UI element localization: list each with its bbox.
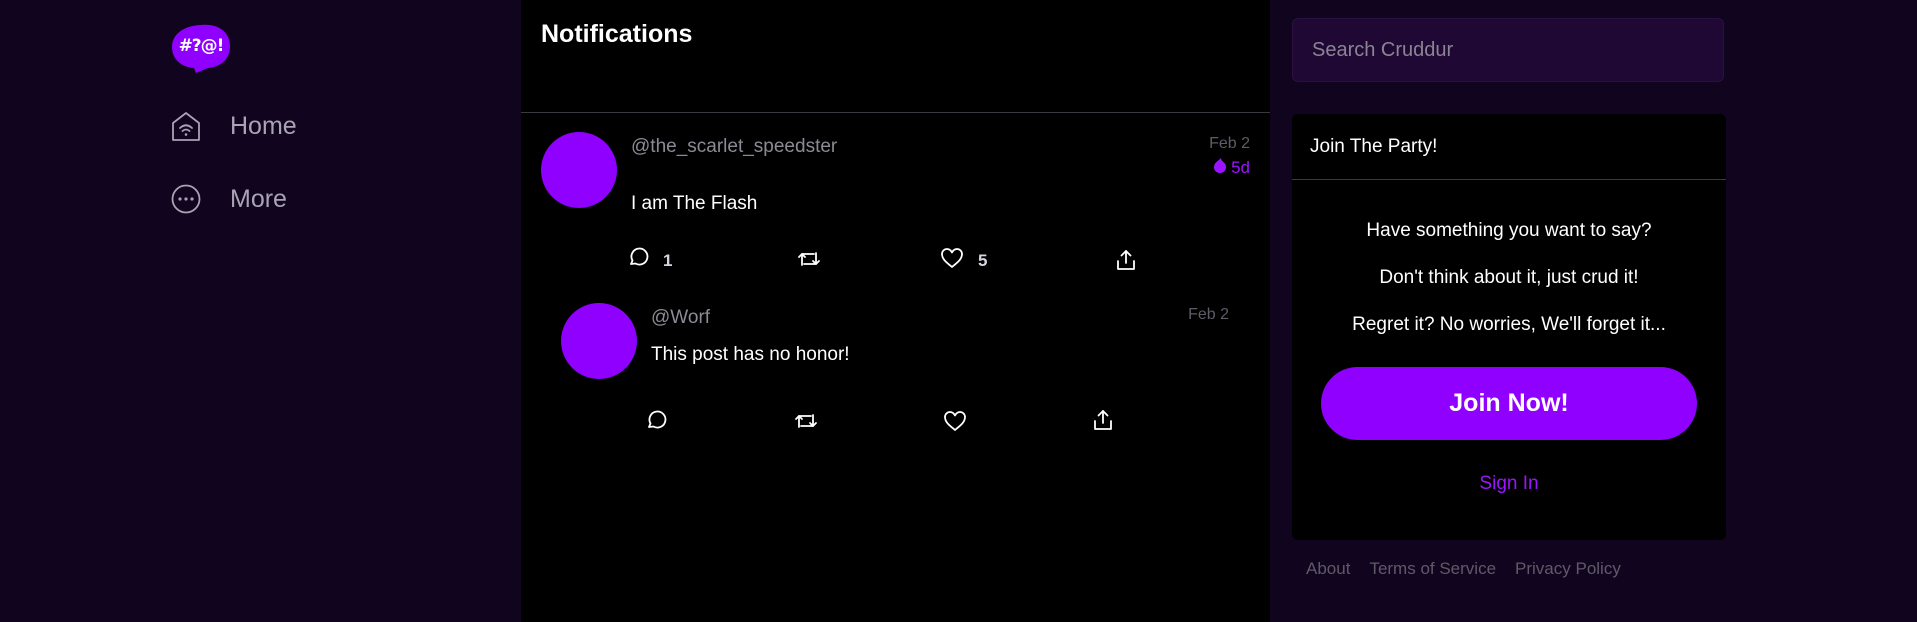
post-expiry: 5d [1212, 157, 1250, 179]
heart-icon [943, 410, 967, 437]
post-text: I am The Flash [631, 193, 758, 214]
join-card-title: Join The Party! [1292, 114, 1726, 180]
post-date: Feb 2 [1188, 306, 1229, 323]
page-title: Notifications [541, 20, 693, 48]
logo[interactable]: #?@! [170, 22, 232, 74]
repost-button[interactable] [797, 249, 821, 274]
sidebar-item-label: More [230, 184, 287, 213]
avatar[interactable] [561, 303, 637, 379]
post-handle[interactable]: @Worf [651, 307, 710, 329]
reply-button[interactable]: 1 [627, 247, 672, 274]
footer-links: About Terms of Service Privacy Policy [1306, 559, 1640, 579]
search-input[interactable] [1292, 18, 1724, 82]
repost-icon [794, 411, 818, 436]
join-card-line: Regret it? No worries, We'll forget it..… [1352, 314, 1666, 335]
repost-button[interactable] [794, 411, 818, 436]
activity-item-reply[interactable]: @Worf Feb 2 This post has no honor! [521, 290, 1270, 440]
share-icon [1115, 249, 1137, 276]
like-count: 5 [978, 250, 988, 270]
post-handle[interactable]: @the_scarlet_speedster [631, 136, 837, 158]
home-wifi-icon [170, 110, 202, 142]
join-card-line: Have something you want to say? [1366, 220, 1652, 241]
footer-link-terms[interactable]: Terms of Service [1369, 559, 1496, 579]
avatar[interactable] [541, 132, 617, 208]
sign-in-link[interactable]: Sign In [1292, 473, 1726, 495]
expiry-drop-icon [1212, 157, 1228, 179]
footer-link-about[interactable]: About [1306, 559, 1350, 579]
sidebar-item-home[interactable]: Home [170, 106, 297, 146]
share-button[interactable] [1115, 249, 1137, 276]
like-button[interactable]: 5 [940, 247, 987, 274]
app-root: #?@! Home More Notifications @the_scarle… [0, 0, 1917, 622]
more-dots-icon [170, 183, 202, 215]
join-card: Join The Party! Have something you want … [1292, 114, 1726, 540]
heart-icon [940, 247, 964, 274]
share-button[interactable] [1092, 409, 1114, 436]
like-button[interactable] [943, 410, 967, 437]
sidebar-item-label: Home [230, 111, 297, 140]
post-date: Feb 2 [1209, 135, 1250, 152]
notifications-feed: Notifications @the_scarlet_speedster Feb… [521, 0, 1270, 622]
activity-item[interactable]: @the_scarlet_speedster Feb 2 5d I am The… [521, 113, 1270, 273]
reply-count: 1 [663, 250, 673, 270]
repost-icon [797, 249, 821, 274]
join-now-button[interactable]: Join Now! [1321, 367, 1697, 440]
reply-icon [645, 410, 667, 437]
share-icon [1092, 409, 1114, 436]
post-text: This post has no honor! [651, 344, 850, 365]
footer-link-privacy[interactable]: Privacy Policy [1515, 559, 1621, 579]
feed-header: Notifications [521, 0, 1270, 113]
sidebar: #?@! Home More [0, 0, 520, 622]
reply-button[interactable] [645, 410, 667, 437]
logo-text: #?@! [178, 36, 225, 56]
reply-icon [627, 247, 649, 274]
expiry-label: 5d [1231, 158, 1250, 177]
sidebar-item-more[interactable]: More [170, 179, 287, 219]
join-card-line: Don't think about it, just crud it! [1379, 267, 1639, 288]
